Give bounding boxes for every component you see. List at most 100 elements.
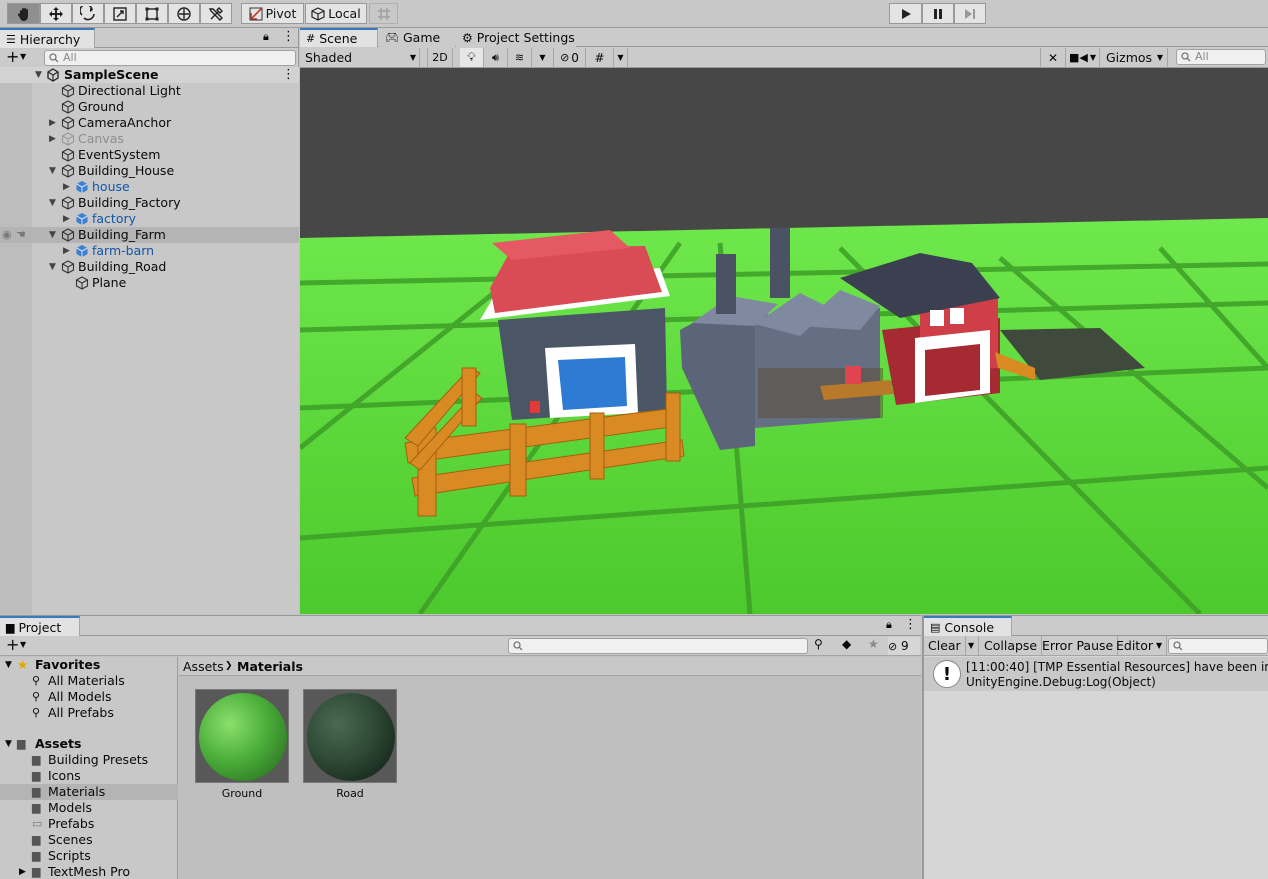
expand-arrow-icon[interactable]: ▼ bbox=[49, 259, 56, 275]
grid-snap-button[interactable] bbox=[369, 3, 398, 24]
hierarchy-item-farm-barn[interactable]: ▶ farm-barn bbox=[0, 243, 299, 259]
hidden-packages-toggle[interactable]: ⊘ 9 bbox=[888, 637, 920, 655]
play-button[interactable] bbox=[889, 3, 922, 24]
effects-toggle[interactable]: ≋ bbox=[508, 48, 532, 67]
scene-tools-button[interactable]: ✕ bbox=[1040, 48, 1066, 67]
shading-mode-dropdown[interactable]: Shaded ▼ bbox=[302, 48, 420, 67]
folder-models[interactable]: ▆ Models bbox=[0, 800, 178, 816]
expand-arrow-icon[interactable]: ▼ bbox=[49, 163, 56, 179]
pause-button[interactable] bbox=[922, 3, 954, 24]
tab-project[interactable]: ▆ Project bbox=[0, 616, 80, 636]
hierarchy-item-ground[interactable]: Ground bbox=[0, 99, 299, 115]
add-icon[interactable]: + bbox=[6, 635, 19, 654]
folder-scripts[interactable]: ▆ Scripts bbox=[0, 848, 178, 864]
transform-tool-button[interactable] bbox=[168, 3, 200, 24]
expand-arrow-icon[interactable]: ▼ bbox=[49, 227, 56, 243]
2d-toggle[interactable]: 2D bbox=[427, 48, 453, 67]
folder-prefabs[interactable]: ▭ Prefabs bbox=[0, 816, 178, 832]
tab-game[interactable]: 🎮︎ Game bbox=[379, 28, 455, 47]
folder-textmesh-pro[interactable]: ▶ ▆ TextMesh Pro bbox=[0, 864, 178, 879]
custom-tool-button[interactable] bbox=[200, 3, 232, 24]
eye-icon[interactable]: ◉ bbox=[2, 227, 12, 243]
grid-toggle[interactable]: # bbox=[586, 48, 614, 67]
lighting-toggle[interactable]: 💡︎ bbox=[460, 48, 484, 67]
chevron-down-icon[interactable]: ▼ bbox=[20, 640, 26, 649]
hierarchy-item-directional-light[interactable]: Directional Light bbox=[0, 83, 299, 99]
hierarchy-item-house[interactable]: ▶ house bbox=[0, 179, 299, 195]
hierarchy-item-building-house[interactable]: ▼ Building_House bbox=[0, 163, 299, 179]
hierarchy-item-eventsystem[interactable]: EventSystem bbox=[0, 147, 299, 163]
folder-icons[interactable]: ▆ Icons bbox=[0, 768, 178, 784]
console-log-entry[interactable]: ! [11:00:40] [TMP Essential Resources] h… bbox=[924, 657, 1268, 691]
effects-dropdown[interactable]: ▼ bbox=[532, 48, 554, 67]
scale-tool-button[interactable] bbox=[104, 3, 136, 24]
hierarchy-item-plane[interactable]: Plane bbox=[0, 275, 299, 291]
grid-dropdown[interactable]: ▼ bbox=[614, 48, 628, 67]
favorite-all-materials[interactable]: ⚲ All Materials bbox=[0, 673, 178, 689]
console-search-input[interactable] bbox=[1168, 638, 1268, 654]
tab-project-settings[interactable]: ⚙ Project Settings bbox=[456, 28, 576, 47]
clear-options-dropdown[interactable]: ▼ bbox=[964, 636, 980, 655]
hierarchy-item-cameraanchor[interactable]: ▶ CameraAnchor bbox=[0, 115, 299, 131]
collapsed-arrow-icon[interactable]: ▶ bbox=[19, 864, 26, 879]
label-tag-icon[interactable]: ◆ bbox=[842, 637, 851, 651]
expand-arrow-icon[interactable]: ▼ bbox=[5, 736, 12, 752]
folder-materials[interactable]: ▆ Materials bbox=[0, 784, 178, 800]
favorite-star-icon[interactable]: ★ bbox=[868, 637, 879, 651]
chevron-down-icon[interactable]: ▼ bbox=[20, 52, 26, 61]
scene-search-input[interactable]: All bbox=[1176, 49, 1266, 65]
move-tool-button[interactable] bbox=[40, 3, 72, 24]
audio-toggle[interactable]: 🔊︎ bbox=[484, 48, 508, 67]
favorite-all-prefabs[interactable]: ⚲ All Prefabs bbox=[0, 705, 178, 721]
hierarchy-item-factory[interactable]: ▶ factory bbox=[0, 211, 299, 227]
filter-by-type-icon[interactable]: ⚲ bbox=[814, 637, 823, 651]
camera-settings-button[interactable]: ■◀ ▼ bbox=[1066, 48, 1100, 67]
tab-scene[interactable]: # Scene bbox=[300, 28, 378, 47]
gizmos-dropdown[interactable]: Gizmos ▼ bbox=[1102, 48, 1168, 67]
scene-viewport[interactable] bbox=[300, 68, 1268, 614]
breadcrumb-assets[interactable]: Assets bbox=[183, 657, 224, 676]
pivot-toggle[interactable]: Pivot bbox=[241, 3, 304, 24]
collapsed-arrow-icon[interactable]: ▶ bbox=[49, 115, 56, 131]
collapsed-arrow-icon[interactable]: ▶ bbox=[63, 243, 70, 259]
add-icon[interactable]: + bbox=[6, 47, 19, 66]
error-pause-toggle[interactable]: Error Pause bbox=[1038, 636, 1119, 655]
breadcrumb-materials[interactable]: Materials bbox=[237, 657, 303, 676]
scene-row[interactable]: ▼ SampleScene ⋮ bbox=[0, 67, 299, 83]
material-ground-thumbnail[interactable] bbox=[195, 689, 289, 783]
expand-arrow-icon[interactable]: ▼ bbox=[5, 657, 12, 673]
local-toggle[interactable]: Local bbox=[305, 3, 367, 24]
favorites-header[interactable]: ▼ ★ Favorites bbox=[0, 657, 178, 673]
folder-building-presets[interactable]: ▆ Building Presets bbox=[0, 752, 178, 768]
hierarchy-item-canvas[interactable]: ▶ Canvas bbox=[0, 131, 299, 147]
favorite-all-models[interactable]: ⚲ All Models bbox=[0, 689, 178, 705]
step-button[interactable] bbox=[954, 3, 986, 24]
clear-button[interactable]: Clear bbox=[924, 636, 966, 655]
hierarchy-item-building-factory[interactable]: ▼ Building_Factory bbox=[0, 195, 299, 211]
collapsed-arrow-icon[interactable]: ▶ bbox=[63, 179, 70, 195]
collapsed-arrow-icon[interactable]: ▶ bbox=[49, 131, 56, 147]
lock-icon[interactable]: 🔒︎ bbox=[886, 618, 892, 632]
lock-icon[interactable]: 🔒︎ bbox=[263, 30, 269, 44]
rotate-tool-button[interactable] bbox=[72, 3, 104, 24]
folder-scenes[interactable]: ▆ Scenes bbox=[0, 832, 178, 848]
rect-tool-button[interactable] bbox=[136, 3, 168, 24]
editor-dropdown[interactable]: Editor ▼ bbox=[1112, 636, 1168, 655]
expand-arrow-icon[interactable]: ▼ bbox=[49, 195, 56, 211]
more-options-icon[interactable]: ⋮ bbox=[282, 29, 295, 44]
project-search-input[interactable] bbox=[508, 638, 808, 654]
hand-tool-button[interactable] bbox=[7, 3, 40, 24]
scene-menu-icon[interactable]: ⋮ bbox=[282, 67, 295, 83]
pick-hand-icon[interactable]: ☚ bbox=[16, 227, 26, 243]
hierarchy-item-building-farm[interactable]: ◉ ☚ ▼ Building_Farm bbox=[0, 227, 299, 243]
hierarchy-search-input[interactable]: All bbox=[44, 50, 296, 66]
expand-arrow-icon[interactable]: ▼ bbox=[35, 67, 42, 83]
tab-hierarchy[interactable]: ☰ Hierarchy bbox=[0, 28, 95, 48]
assets-header[interactable]: ▼ ▆ Assets bbox=[0, 736, 178, 752]
collapse-toggle[interactable]: Collapse bbox=[980, 636, 1043, 655]
collapsed-arrow-icon[interactable]: ▶ bbox=[63, 211, 70, 227]
tab-console[interactable]: ▤ Console bbox=[924, 616, 1012, 636]
material-road-thumbnail[interactable] bbox=[303, 689, 397, 783]
hierarchy-item-building-road[interactable]: ▼ Building_Road bbox=[0, 259, 299, 275]
hidden-objects-toggle[interactable]: ⊘ 0 bbox=[554, 48, 586, 67]
